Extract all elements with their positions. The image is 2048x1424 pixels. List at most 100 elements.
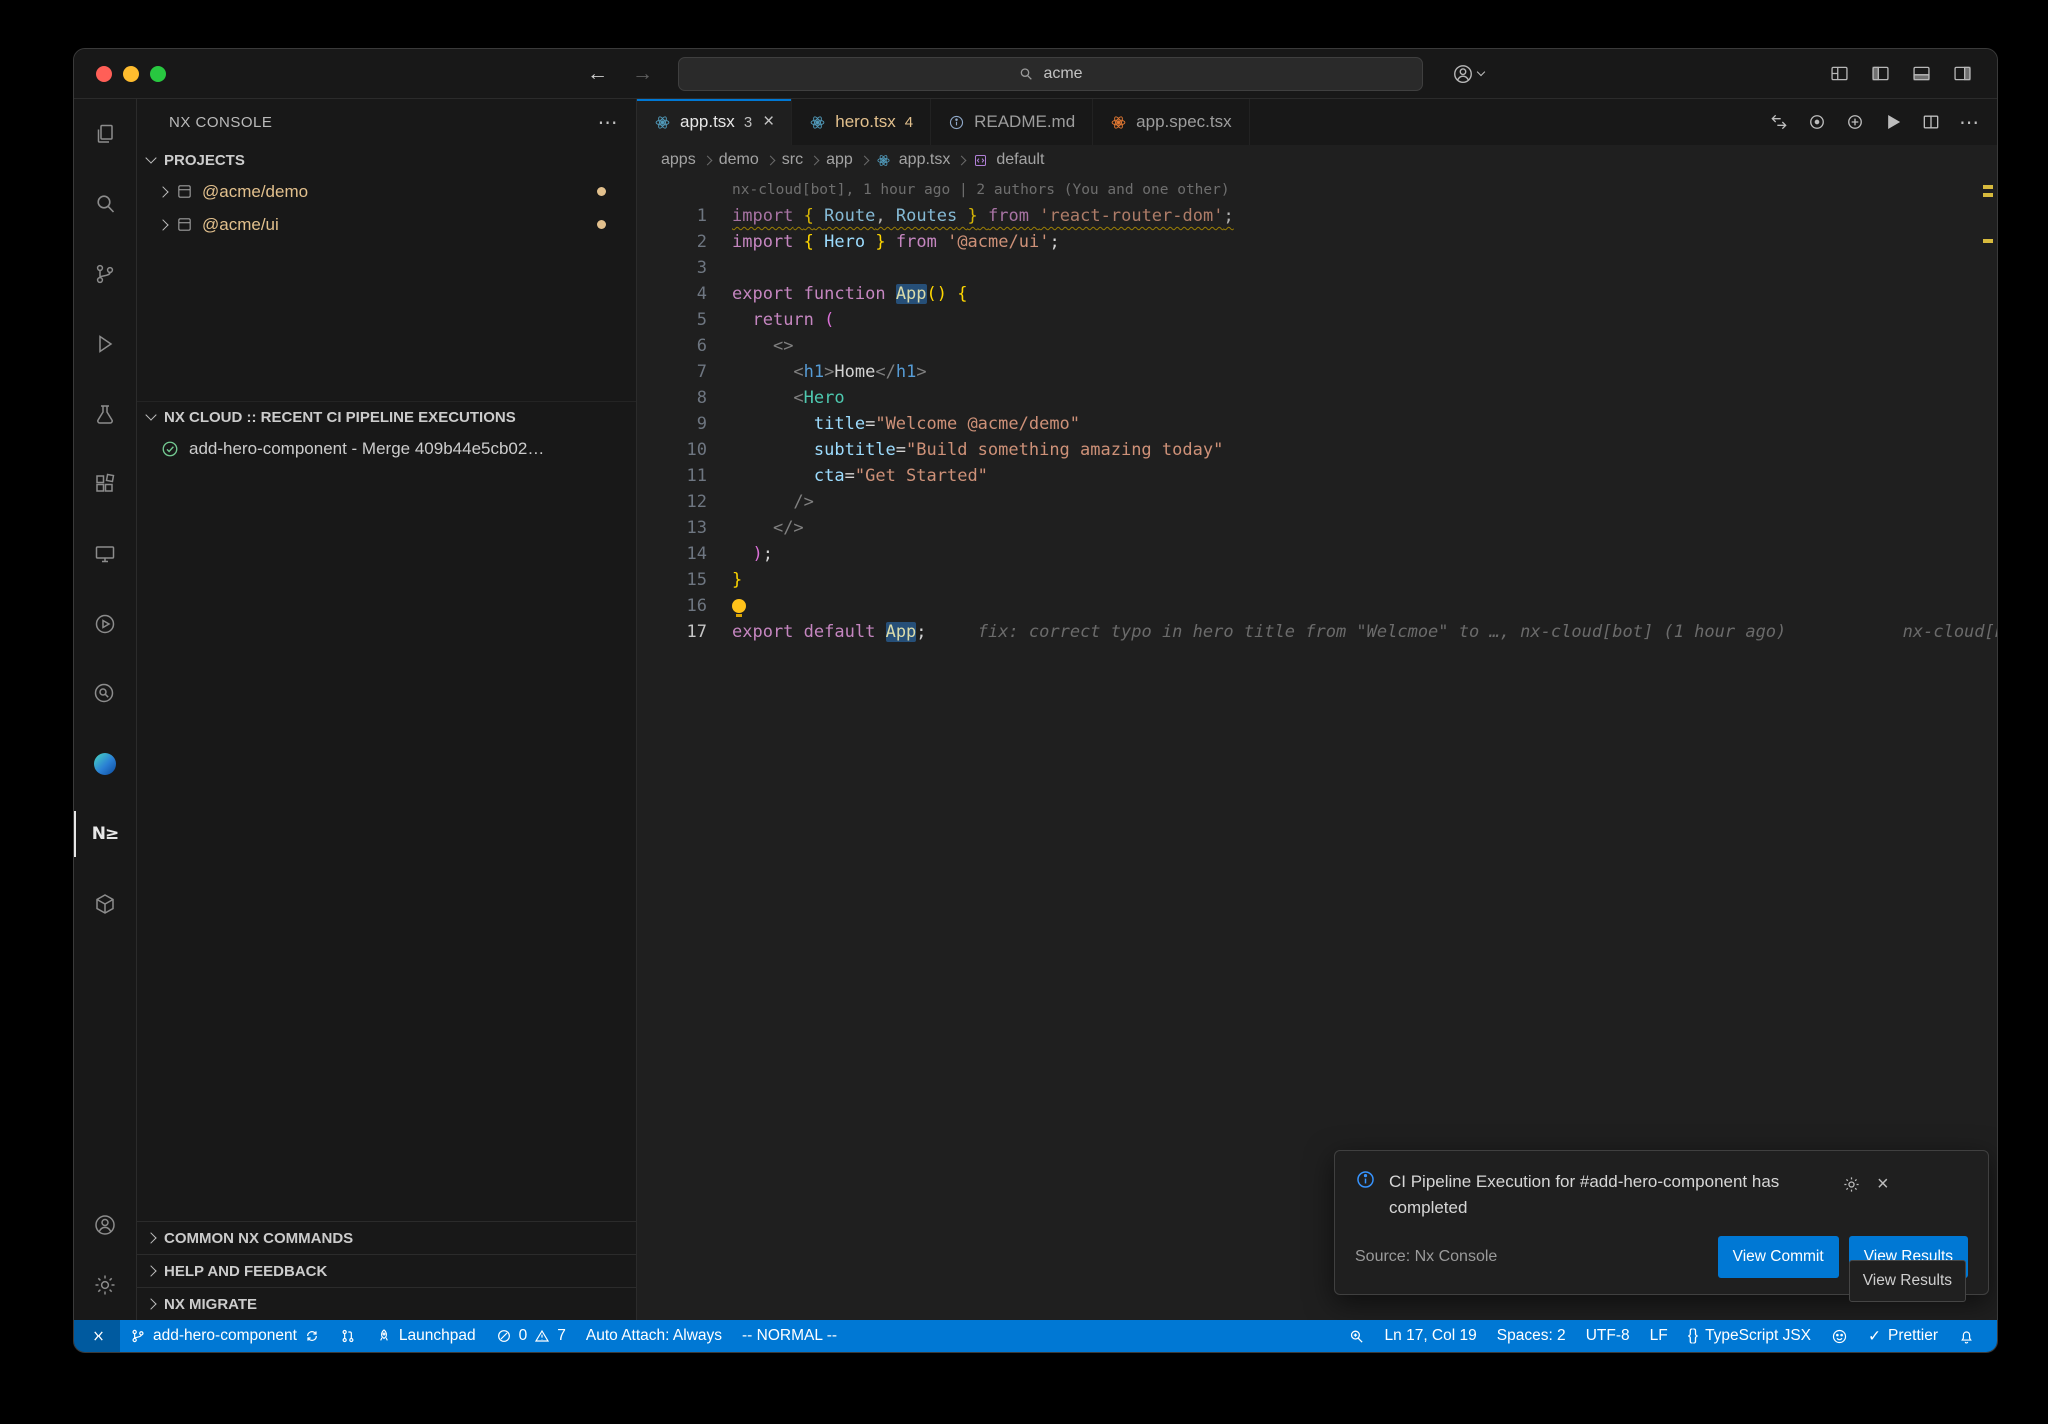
toggle-sidebar-right-icon[interactable] — [1952, 63, 1973, 84]
formatter-indicator[interactable]: ✓ Prettier — [1858, 1320, 1948, 1352]
more-actions-icon[interactable]: ⋯ — [1959, 110, 1979, 135]
branch-indicator[interactable]: add-hero-component — [120, 1320, 330, 1352]
cursor-position[interactable]: Ln 17, Col 19 — [1375, 1320, 1487, 1352]
line-number[interactable]: 16 — [637, 593, 707, 619]
gear-icon[interactable] — [1842, 1175, 1861, 1194]
code-editor[interactable]: nx-cloud[bot], 1 hour ago | 2 authors (Y… — [637, 175, 1997, 1320]
code-line[interactable]: 16 — [637, 593, 1997, 619]
notifications-bell[interactable] — [1948, 1320, 1985, 1352]
toggle-sidebar-left-icon[interactable] — [1870, 63, 1891, 84]
remote-indicator[interactable] — [74, 1320, 120, 1352]
launchpad-indicator[interactable]: Launchpad — [366, 1320, 486, 1352]
line-content[interactable]: import { Route, Routes } from 'react-rou… — [732, 203, 1234, 229]
common-nx-commands-header[interactable]: COMMON NX COMMANDS — [137, 1221, 636, 1254]
breadcrumb-item[interactable]: apps — [661, 151, 696, 169]
code-line[interactable]: 11 cta="Get Started" — [637, 463, 1997, 489]
line-content[interactable]: title="Welcome @acme/demo" — [732, 411, 1080, 437]
line-number[interactable]: 9 — [637, 411, 707, 437]
accounts-menu[interactable] — [1452, 63, 1484, 85]
breadcrumb-item[interactable]: default — [996, 151, 1044, 169]
remote-explorer-icon[interactable] — [74, 519, 136, 589]
auto-attach-indicator[interactable]: Auto Attach: Always — [576, 1320, 732, 1352]
code-line[interactable]: 9 title="Welcome @acme/demo" — [637, 411, 1997, 437]
code-line[interactable]: 10 subtitle="Build something amazing tod… — [637, 437, 1997, 463]
maximize-window-button[interactable] — [150, 66, 166, 82]
close-icon[interactable]: × — [1877, 1171, 1889, 1197]
line-number[interactable]: 2 — [637, 229, 707, 255]
line-content[interactable]: export function App() { — [732, 281, 968, 307]
nx-console-icon[interactable]: N≥ — [74, 799, 136, 869]
project-item-acme-demo[interactable]: @acme/demo — [137, 175, 636, 208]
code-line[interactable]: 14 ); — [637, 541, 1997, 567]
code-line[interactable]: 13 </> — [637, 515, 1997, 541]
compare-changes-icon[interactable] — [1769, 112, 1789, 132]
line-content[interactable]: ); — [732, 541, 773, 567]
line-number[interactable]: 11 — [637, 463, 707, 489]
code-line[interactable]: 2 import { Hero } from '@acme/ui'; — [637, 229, 1997, 255]
toggle-panel-icon[interactable] — [1911, 63, 1932, 84]
line-content[interactable]: export default App; fix: correct typo in… — [732, 619, 1786, 645]
code-search-icon[interactable] — [74, 659, 136, 729]
line-content[interactable] — [732, 593, 746, 619]
help-and-feedback-header[interactable]: HELP AND FEEDBACK — [137, 1254, 636, 1287]
package-icon[interactable] — [74, 869, 136, 939]
forward-button[interactable]: → — [632, 62, 653, 86]
indentation-indicator[interactable]: Spaces: 2 — [1487, 1320, 1576, 1352]
back-button[interactable]: ← — [587, 62, 608, 86]
code-line[interactable]: 15} — [637, 567, 1997, 593]
line-number[interactable]: 4 — [637, 281, 707, 307]
testing-icon[interactable] — [74, 379, 136, 449]
explorer-icon[interactable] — [74, 99, 136, 169]
line-number[interactable]: 8 — [637, 385, 707, 411]
code-line[interactable]: 17 export default App; fix: correct typo … — [637, 619, 1997, 645]
breadcrumb-item[interactable]: app — [826, 151, 853, 169]
line-content[interactable]: import { Hero } from '@acme/ui'; — [732, 229, 1060, 255]
code-line[interactable]: 12 /> — [637, 489, 1997, 515]
pipeline-execution-item[interactable]: add-hero-component - Merge 409b44e5cb02… — [137, 432, 636, 465]
search-view-icon[interactable] — [74, 169, 136, 239]
tab-app-tsx[interactable]: app.tsx 3 × — [637, 99, 792, 145]
line-content[interactable]: <Hero — [732, 385, 845, 411]
line-content[interactable]: </> — [732, 515, 804, 541]
code-line[interactable]: 1import { Route, Routes } from 'react-ro… — [637, 203, 1997, 229]
lightbulb-icon[interactable] — [732, 599, 746, 613]
target-icon[interactable] — [1807, 112, 1827, 132]
encoding-indicator[interactable]: UTF-8 — [1576, 1320, 1640, 1352]
code-line[interactable]: 6 <> — [637, 333, 1997, 359]
line-content[interactable]: cta="Get Started" — [732, 463, 988, 489]
feedback-indicator[interactable] — [1821, 1320, 1858, 1352]
line-number[interactable]: 17 — [637, 619, 707, 645]
close-icon[interactable]: × — [763, 111, 774, 133]
line-content[interactable]: } — [732, 567, 742, 593]
eol-indicator[interactable]: LF — [1640, 1320, 1678, 1352]
code-line[interactable]: 4 export function App() { — [637, 281, 1997, 307]
tab-hero-tsx[interactable]: hero.tsx 4 — [792, 99, 931, 145]
line-number[interactable]: 14 — [637, 541, 707, 567]
line-number[interactable]: 5 — [637, 307, 707, 333]
code-line[interactable]: 5 return ( — [637, 307, 1997, 333]
view-commit-button[interactable]: View Commit — [1718, 1236, 1839, 1278]
code-line[interactable]: 7 <h1>Home</h1> — [637, 359, 1997, 385]
line-number[interactable]: 10 — [637, 437, 707, 463]
close-window-button[interactable] — [96, 66, 112, 82]
run-debug-icon[interactable] — [74, 309, 136, 379]
line-content[interactable]: return ( — [732, 307, 834, 333]
edge-browser-icon[interactable] — [74, 729, 136, 799]
line-content[interactable]: /> — [732, 489, 814, 515]
run-file-icon[interactable] — [1883, 112, 1903, 132]
line-number[interactable]: 15 — [637, 567, 707, 593]
line-number[interactable]: 6 — [637, 333, 707, 359]
problems-indicator[interactable]: 0 7 — [486, 1320, 576, 1352]
open-changes-icon[interactable] — [1845, 112, 1865, 132]
line-number[interactable]: 3 — [637, 255, 707, 281]
line-content[interactable]: <> — [732, 333, 793, 359]
breadcrumb-item[interactable]: app.tsx — [899, 151, 951, 169]
source-control-icon[interactable] — [74, 239, 136, 309]
zoom-indicator[interactable] — [1338, 1320, 1375, 1352]
vim-mode-indicator[interactable]: -- NORMAL -- — [732, 1320, 847, 1352]
minimize-window-button[interactable] — [123, 66, 139, 82]
nx-migrate-header[interactable]: NX MIGRATE — [137, 1287, 636, 1320]
tab-readme-md[interactable]: README.md — [931, 99, 1093, 145]
gitlens-blame-header[interactable]: nx-cloud[bot], 1 hour ago | 2 authors (Y… — [637, 177, 1997, 203]
tab-app-spec-tsx[interactable]: app.spec.tsx — [1093, 99, 1249, 145]
